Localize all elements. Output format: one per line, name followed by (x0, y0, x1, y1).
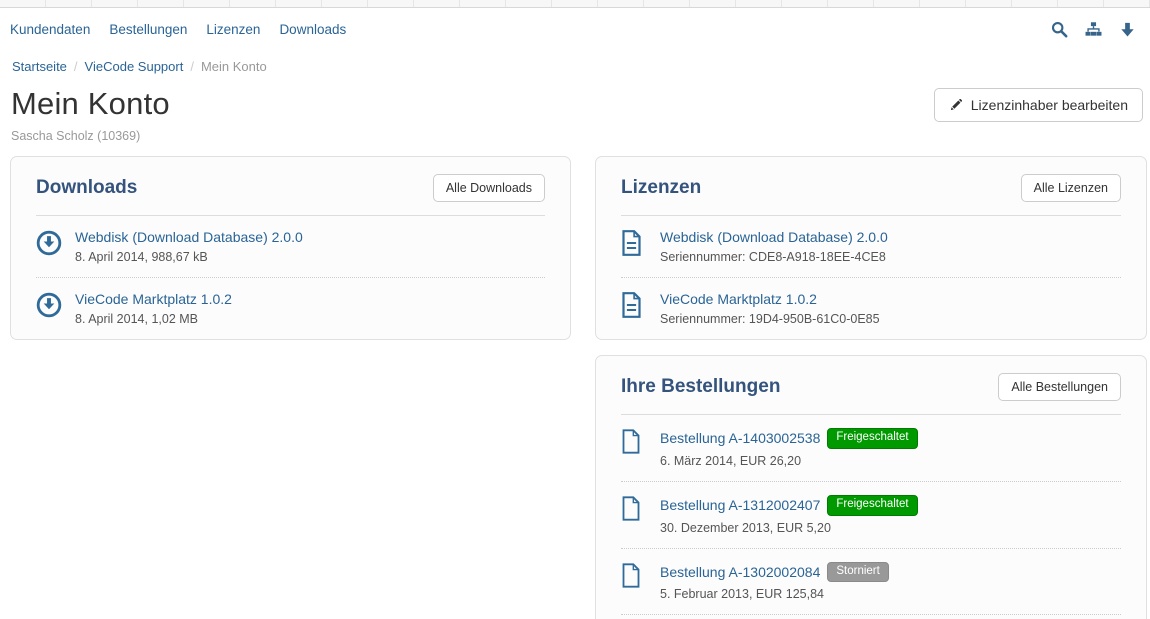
edit-license-holder-label: Lizenzinhaber bearbeiten (971, 97, 1128, 113)
main-navigation: Kundendaten Bestellungen Lizenzen Downlo… (0, 8, 1150, 50)
page-titles: Mein Konto Sascha Scholz (10369) (11, 87, 934, 143)
order-item-body: Bestellung A-1312002407 Freigeschaltet 3… (660, 495, 918, 535)
order-link[interactable]: Bestellung A-1302002084 (660, 564, 820, 580)
file-icon (621, 428, 647, 468)
page-subtitle: Sascha Scholz (10369) (11, 129, 934, 143)
order-item: Bestellung A-1301002081 Storniert 31. Ja… (621, 614, 1121, 619)
all-licenses-button[interactable]: Alle Lizenzen (1021, 174, 1121, 202)
main-nav-links: Kundendaten Bestellungen Lizenzen Downlo… (10, 22, 365, 37)
order-status-badge: Freigeschaltet (827, 428, 917, 449)
jump-to-bottom-icon[interactable] (1119, 21, 1136, 38)
nav-item-downloads[interactable]: Downloads (279, 22, 346, 37)
license-serial: Seriennummer: CDE8-A918-18EE-4CE8 (660, 250, 888, 264)
license-item: Webdisk (Download Database) 2.0.0 Serien… (621, 216, 1121, 277)
downloads-panel-title: Downloads (36, 177, 137, 199)
download-circle-icon[interactable] (36, 291, 62, 326)
nav-item-bestellungen[interactable]: Bestellungen (109, 22, 187, 37)
download-item-body: VieCode Marktplatz 1.0.2 8. April 2014, … (75, 291, 232, 326)
order-item: Bestellung A-1403002538 Freigeschaltet 6… (621, 415, 1121, 481)
left-column: Downloads Alle Downloads Webdisk (Downlo… (10, 156, 571, 340)
download-link[interactable]: VieCode Marktplatz 1.0.2 (75, 291, 232, 307)
download-meta: 8. April 2014, 988,67 kB (75, 250, 303, 264)
download-item: Webdisk (Download Database) 2.0.0 8. Apr… (36, 216, 545, 277)
sitemap-icon[interactable] (1085, 21, 1102, 38)
orders-panel-title: Ihre Bestellungen (621, 376, 780, 398)
breadcrumb: Startseite / VieCode Support / Mein Konto (0, 50, 1150, 74)
order-status-badge: Storniert (827, 562, 888, 583)
pencil-icon (949, 98, 963, 112)
order-item: Bestellung A-1302002084 Storniert 5. Feb… (621, 548, 1121, 615)
license-item-body: Webdisk (Download Database) 2.0.0 Serien… (660, 229, 888, 264)
license-link[interactable]: VieCode Marktplatz 1.0.2 (660, 291, 817, 307)
order-item-body: Bestellung A-1302002084 Storniert 5. Feb… (660, 562, 889, 602)
content-header: Mein Konto Sascha Scholz (10369) Lizenzi… (0, 74, 1150, 143)
breadcrumb-current: Mein Konto (201, 59, 267, 74)
all-orders-button[interactable]: Alle Bestellungen (998, 373, 1121, 401)
order-item-body: Bestellung A-1403002538 Freigeschaltet 6… (660, 428, 918, 468)
nav-icon-group (1051, 21, 1136, 38)
licenses-panel-title: Lizenzen (621, 177, 701, 199)
downloads-panel-header: Downloads Alle Downloads (36, 157, 545, 216)
license-link[interactable]: Webdisk (Download Database) 2.0.0 (660, 229, 888, 245)
all-downloads-button[interactable]: Alle Downloads (433, 174, 545, 202)
order-meta: 6. März 2014, EUR 26,20 (660, 454, 918, 468)
nav-item-kundendaten[interactable]: Kundendaten (10, 22, 90, 37)
download-item: VieCode Marktplatz 1.0.2 8. April 2014, … (36, 277, 545, 339)
order-meta: 5. Februar 2013, EUR 125,84 (660, 587, 889, 601)
clipped-top-bar (0, 0, 1150, 8)
order-link[interactable]: Bestellung A-1312002407 (660, 497, 820, 513)
download-circle-icon[interactable] (36, 229, 62, 264)
download-link[interactable]: Webdisk (Download Database) 2.0.0 (75, 229, 303, 245)
order-status-badge: Freigeschaltet (827, 495, 917, 516)
download-item-body: Webdisk (Download Database) 2.0.0 8. Apr… (75, 229, 303, 264)
orders-panel-header: Ihre Bestellungen Alle Bestellungen (621, 356, 1121, 415)
file-icon (621, 495, 647, 535)
nav-item-lizenzen[interactable]: Lizenzen (206, 22, 260, 37)
file-text-icon (621, 229, 647, 264)
download-meta: 8. April 2014, 1,02 MB (75, 312, 232, 326)
license-item-body: VieCode Marktplatz 1.0.2 Seriennummer: 1… (660, 291, 880, 326)
license-serial: Seriennummer: 19D4-950B-61C0-0E85 (660, 312, 880, 326)
right-column: Lizenzen Alle Lizenzen Webdisk (Download… (595, 156, 1147, 619)
license-item: VieCode Marktplatz 1.0.2 Seriennummer: 1… (621, 277, 1121, 339)
order-link[interactable]: Bestellung A-1403002538 (660, 430, 820, 446)
search-icon[interactable] (1051, 21, 1068, 38)
file-text-icon (621, 291, 647, 326)
order-item: Bestellung A-1312002407 Freigeschaltet 3… (621, 481, 1121, 548)
breadcrumb-separator: / (74, 59, 78, 74)
breadcrumb-viecode-support[interactable]: VieCode Support (85, 59, 184, 74)
edit-license-holder-button[interactable]: Lizenzinhaber bearbeiten (934, 88, 1143, 122)
dashboard-panels: Downloads Alle Downloads Webdisk (Downlo… (0, 143, 1150, 619)
breadcrumb-separator: / (190, 59, 194, 74)
downloads-panel: Downloads Alle Downloads Webdisk (Downlo… (10, 156, 571, 340)
breadcrumb-startseite[interactable]: Startseite (12, 59, 67, 74)
file-icon (621, 562, 647, 602)
licenses-panel: Lizenzen Alle Lizenzen Webdisk (Download… (595, 156, 1147, 340)
page-title: Mein Konto (11, 87, 934, 121)
orders-panel: Ihre Bestellungen Alle Bestellungen Best… (595, 355, 1147, 619)
order-meta: 30. Dezember 2013, EUR 5,20 (660, 521, 918, 535)
licenses-panel-header: Lizenzen Alle Lizenzen (621, 157, 1121, 216)
